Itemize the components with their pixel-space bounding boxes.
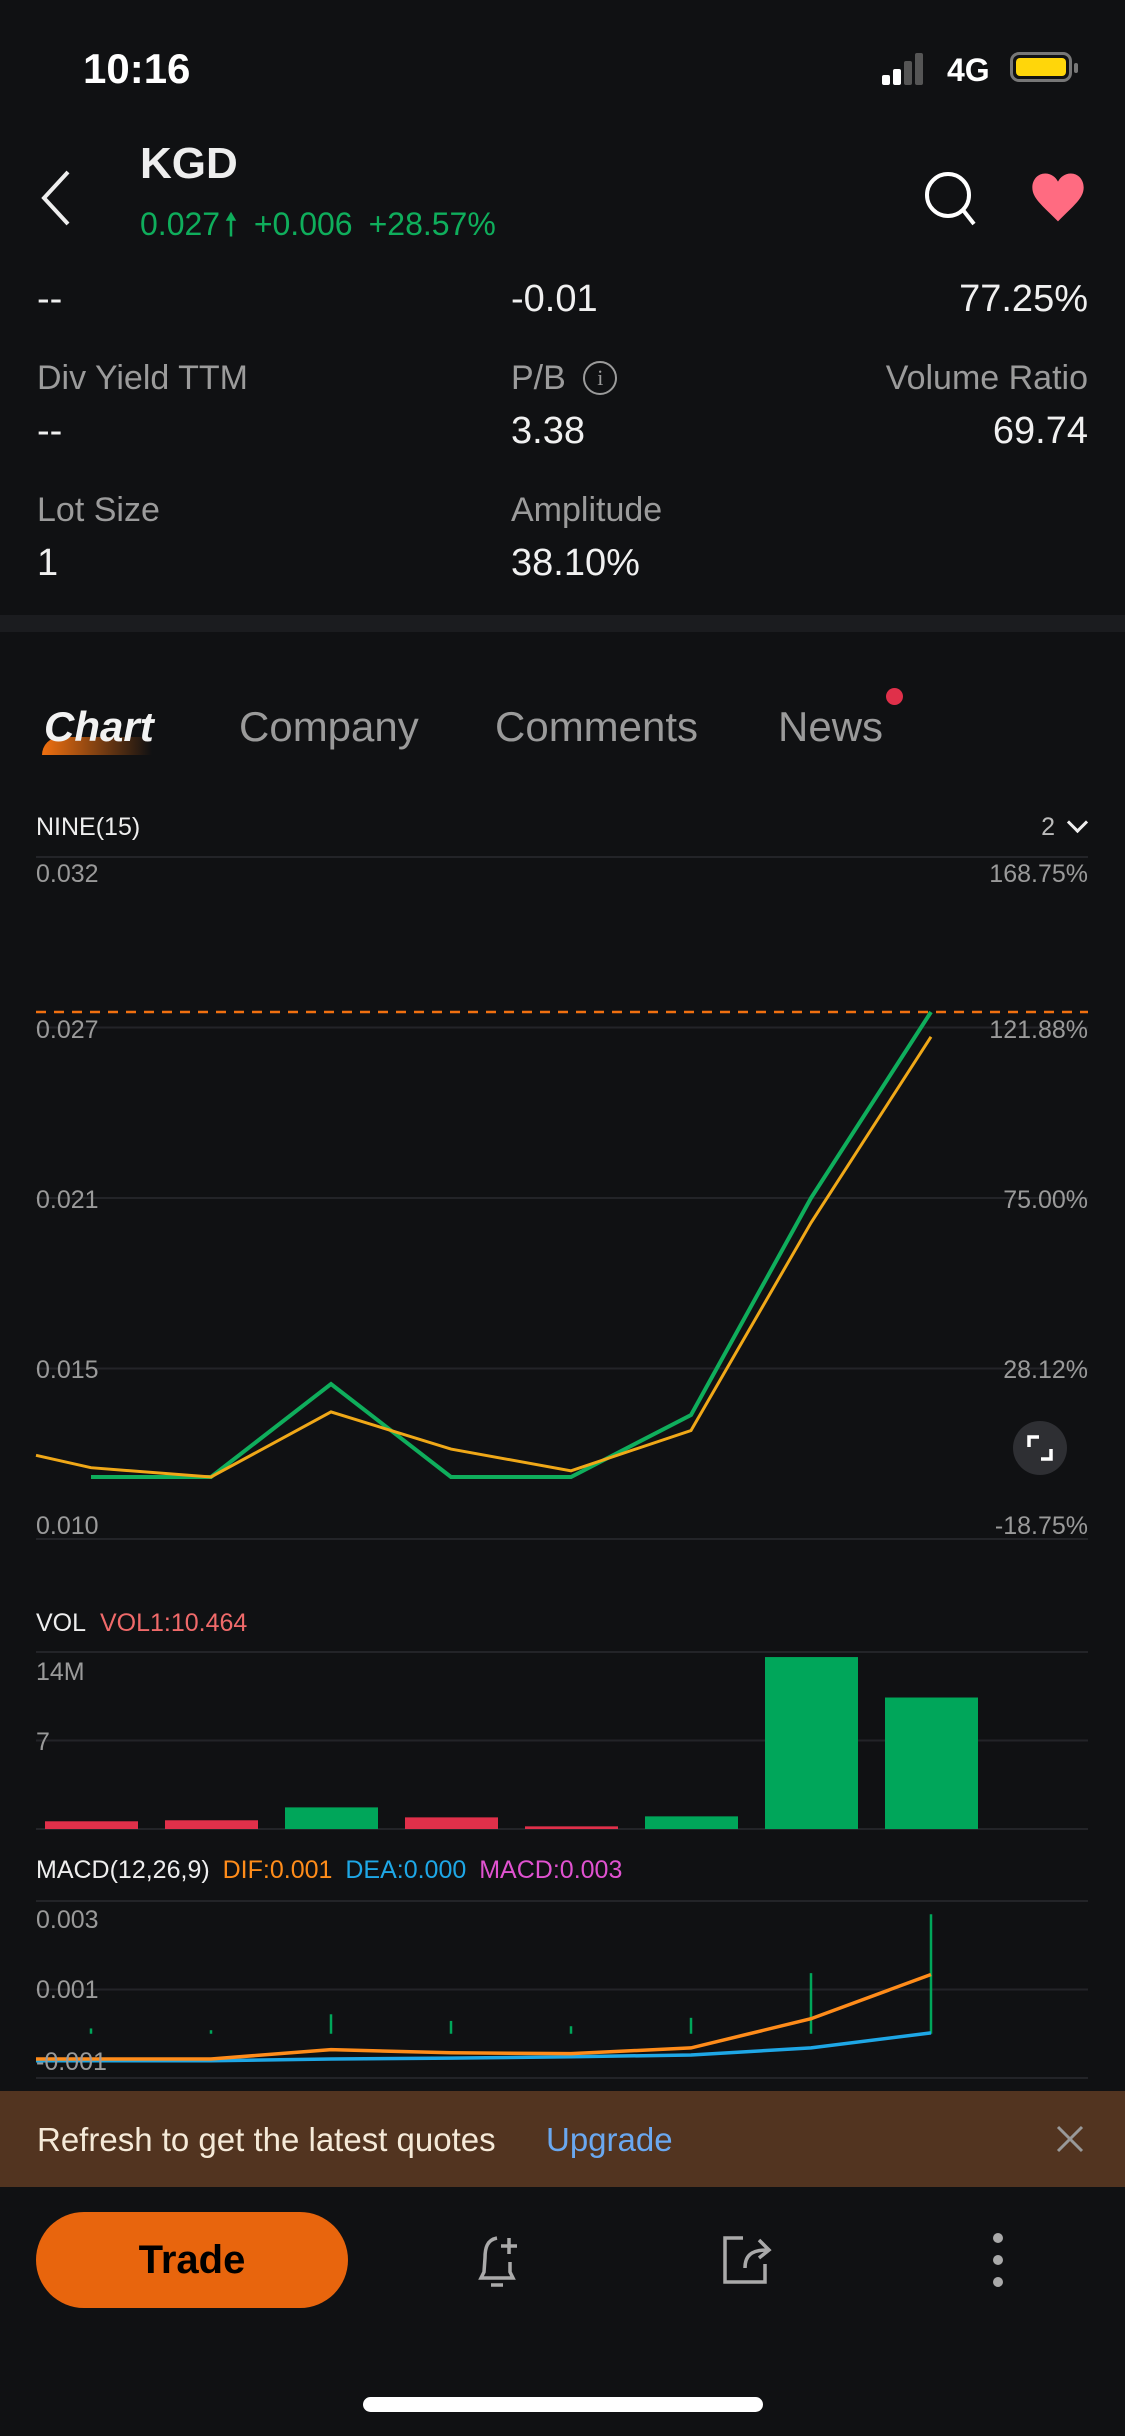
volume-bar bbox=[525, 1826, 618, 1829]
home-indicator bbox=[363, 2397, 763, 2412]
vol-label: VOL bbox=[36, 1609, 87, 1637]
share-icon bbox=[723, 2236, 772, 2284]
y-tick-right: 121.88% bbox=[989, 1016, 1088, 1044]
close-icon bbox=[1056, 2125, 1084, 2153]
macd-y-tick: 0.001 bbox=[36, 1976, 99, 2004]
macd-dea: DEA:0.000 bbox=[345, 1856, 467, 1884]
charts-canvas[interactable] bbox=[0, 0, 1125, 2436]
macd-dif: DIF:0.001 bbox=[222, 1856, 333, 1884]
add-alert-button[interactable] bbox=[467, 2230, 527, 2290]
trade-button[interactable]: Trade bbox=[36, 2212, 348, 2308]
bell-plus-icon bbox=[478, 2236, 517, 2287]
volume-bar bbox=[45, 1821, 138, 1829]
close-banner-button[interactable] bbox=[1052, 2121, 1088, 2157]
volume-bar bbox=[765, 1657, 858, 1829]
macd-y-tick: 0.003 bbox=[36, 1906, 99, 1934]
dif-line bbox=[36, 1972, 932, 2061]
upgrade-link[interactable]: Upgrade bbox=[546, 2123, 673, 2156]
y-tick-left: 0.032 bbox=[36, 860, 99, 888]
vol-legend: VOL1:10.464 bbox=[100, 1609, 248, 1637]
macd-title: MACD(12,26,9) bbox=[36, 1856, 210, 1884]
volume-bar bbox=[165, 1820, 258, 1829]
vol-y-tick: 7 bbox=[36, 1728, 50, 1756]
macd-y-tick: -0.001 bbox=[36, 2048, 107, 2076]
y-tick-left: 0.027 bbox=[36, 1016, 99, 1044]
fullscreen-button[interactable] bbox=[1013, 1421, 1067, 1475]
more-vertical-icon bbox=[993, 2233, 1003, 2287]
y-tick-left: 0.010 bbox=[36, 1512, 99, 1540]
y-tick-right: -18.75% bbox=[994, 1512, 1088, 1540]
banner-text: Refresh to get the latest quotes bbox=[37, 2121, 496, 2158]
y-tick-right: 28.12% bbox=[1003, 1356, 1088, 1384]
y-tick-left: 0.021 bbox=[36, 1186, 99, 1214]
volume-bar bbox=[405, 1817, 498, 1829]
share-button[interactable] bbox=[717, 2230, 777, 2290]
upgrade-banner: Refresh to get the latest quotes Upgrade bbox=[0, 2091, 1125, 2187]
volume-bar bbox=[885, 1697, 978, 1829]
y-tick-right: 168.75% bbox=[989, 860, 1088, 888]
macd-value: MACD:0.003 bbox=[479, 1856, 623, 1884]
price-line bbox=[91, 1010, 933, 1479]
y-tick-right: 75.00% bbox=[1003, 1186, 1088, 1214]
volume-bar bbox=[285, 1807, 378, 1829]
expand-icon bbox=[1027, 1435, 1053, 1461]
dea-line bbox=[36, 2031, 932, 2063]
more-button[interactable] bbox=[983, 2230, 1013, 2290]
moving-average-line bbox=[35, 1035, 933, 1479]
vol-y-tick: 14M bbox=[36, 1658, 85, 1686]
y-tick-left: 0.015 bbox=[36, 1356, 99, 1384]
volume-bar bbox=[645, 1816, 738, 1829]
macd-label: MACD(12,26,9) DIF:0.001 DEA:0.000 MACD:0… bbox=[36, 1858, 622, 1883]
